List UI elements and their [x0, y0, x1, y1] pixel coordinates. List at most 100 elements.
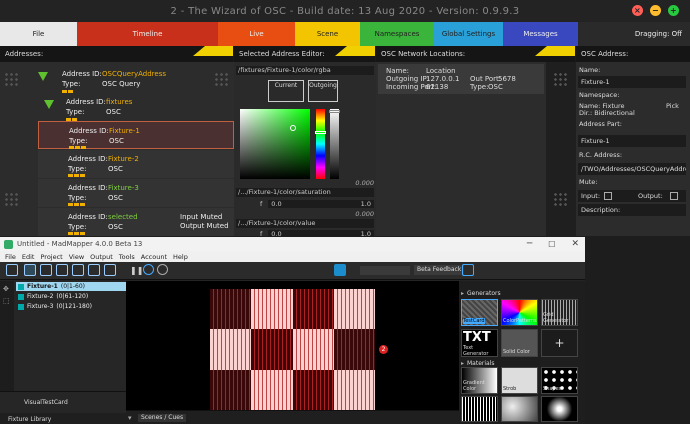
- share-tool-icon[interactable]: [104, 264, 116, 276]
- dragging-toggle[interactable]: Dragging: Off: [578, 22, 690, 46]
- pause-icon[interactable]: ❚❚: [130, 266, 143, 275]
- select-tool-icon[interactable]: ⬚: [3, 297, 10, 305]
- menu-output[interactable]: Output: [90, 253, 113, 261]
- picker-handle-icon[interactable]: [290, 125, 296, 131]
- close-window-icon[interactable]: ×: [632, 5, 643, 16]
- material-tile[interactable]: [461, 396, 498, 422]
- 3d-tool-icon[interactable]: [88, 264, 100, 276]
- solid-color-tile[interactable]: Solid Color: [501, 329, 538, 357]
- address-row[interactable]: Address ID: fixtures Type: OSC: [32, 96, 222, 124]
- saturation-max-field[interactable]: 1.0: [360, 199, 374, 208]
- move-tool-icon[interactable]: ✥: [3, 285, 9, 293]
- menu-tools[interactable]: Tools: [119, 253, 135, 261]
- tab-scene[interactable]: Scene: [295, 22, 360, 46]
- drag-grip-icon[interactable]: [4, 192, 20, 208]
- output-muted-label: Output Muted: [180, 222, 229, 230]
- fixture-item[interactable]: Fixture-2 (0|61-120): [16, 292, 126, 301]
- menu-edit[interactable]: Edit: [22, 253, 35, 261]
- shapes-tile[interactable]: Shapes: [541, 367, 578, 394]
- rc-address-field[interactable]: /TWO/Addresses/OSCQueryAddres...: [578, 163, 686, 175]
- fixture-library-bar[interactable]: Fixture Library: [0, 413, 126, 424]
- input-mute-checkbox[interactable]: [604, 192, 612, 200]
- address-row-selected[interactable]: Address ID: Fixture-1 Type: OSC: [38, 121, 234, 149]
- address-row[interactable]: Address ID: OSCQueryAddress Type: OSC Quer…: [26, 68, 206, 96]
- light-tool-icon[interactable]: [56, 264, 68, 276]
- address-row[interactable]: Address ID: Fixture-2 Type: OSC: [38, 150, 234, 178]
- alpha-slider[interactable]: [329, 109, 340, 179]
- scenes-cues-dropdown[interactable]: Scenes / Cues: [138, 414, 187, 422]
- close-icon[interactable]: ✕: [571, 239, 579, 249]
- material-tile[interactable]: [541, 396, 578, 422]
- drag-grip-icon[interactable]: [553, 192, 569, 208]
- drag-grip-icon[interactable]: [4, 72, 20, 88]
- type-value: OSC Query: [102, 80, 141, 88]
- visual-label: Visual: [24, 399, 42, 406]
- drag-grip-icon[interactable]: [214, 72, 230, 88]
- testcard-cell: [210, 289, 252, 330]
- tab-global-settings[interactable]: Global Settings: [434, 22, 503, 46]
- menu-project[interactable]: Project: [40, 253, 62, 261]
- value-readout: 0.000: [355, 210, 374, 218]
- tab-file[interactable]: File: [0, 22, 77, 46]
- beta-feedback-button[interactable]: Beta Feedback: [414, 265, 465, 275]
- menu-account[interactable]: Account: [141, 253, 167, 261]
- gradient-color-tile[interactable]: Gradient Color: [461, 367, 498, 394]
- menu-help[interactable]: Help: [173, 253, 188, 261]
- maximize-icon[interactable]: ☐: [548, 240, 555, 249]
- name-field[interactable]: Fixture-1: [578, 76, 686, 88]
- hue-handle[interactable]: [315, 131, 326, 134]
- tab-namespaces[interactable]: Namespaces: [360, 22, 434, 46]
- testcard-tile[interactable]: TestCard: [461, 299, 498, 326]
- expand-triangle-icon[interactable]: [44, 100, 54, 109]
- alpha-handle[interactable]: [329, 110, 340, 113]
- color-picker-square[interactable]: [240, 109, 310, 179]
- tab-timeline[interactable]: Timeline: [77, 22, 218, 46]
- saturation-min-field[interactable]: 0.0: [268, 199, 361, 208]
- expand-triangle-icon[interactable]: [38, 72, 48, 81]
- material-tile[interactable]: [501, 396, 538, 422]
- visual-row[interactable]: Visual TestCard: [0, 391, 126, 413]
- namespace-label: Namespace:: [579, 91, 620, 99]
- strob-tile[interactable]: Strob: [501, 367, 538, 394]
- zoom-window-icon[interactable]: +: [668, 5, 679, 16]
- output-mute-checkbox[interactable]: [670, 192, 678, 200]
- reload-icon[interactable]: [157, 264, 168, 275]
- menu-file[interactable]: File: [5, 253, 16, 261]
- add-generator-tile[interactable]: +: [541, 329, 578, 357]
- fixture-item-selected[interactable]: Fixture-1 (0|1-60): [16, 282, 126, 291]
- network-location-card[interactable]: Name: Location Outgoing IP: 127.0.0.1 Ou…: [378, 64, 544, 94]
- play-icon[interactable]: [143, 264, 154, 275]
- hue-slider[interactable]: [315, 109, 326, 179]
- text-generator-tile[interactable]: TXT Text Generator: [461, 329, 498, 357]
- surface-tool-icon[interactable]: [24, 264, 36, 276]
- audio-tool-icon[interactable]: [72, 264, 84, 276]
- materials-label: Materials: [467, 360, 495, 367]
- library-arrow-icon[interactable]: ▸: [461, 360, 464, 367]
- address-row[interactable]: Address ID: selected Type: OSC Input Muted…: [38, 208, 234, 236]
- colorpatterns-tile[interactable]: ColorPatterns: [501, 299, 538, 326]
- saturation-slider-row[interactable]: f 0.0 1.0: [236, 199, 374, 208]
- address-row[interactable]: Address ID: Fixture-3 Type: OSC: [38, 179, 234, 207]
- tile-label: Grid Generator: [543, 312, 569, 324]
- tab-messages[interactable]: Messages: [503, 22, 578, 46]
- address-part-field[interactable]: Fixture-1: [578, 135, 686, 147]
- fullscreen-icon[interactable]: [6, 264, 18, 276]
- drag-grip-icon[interactable]: [553, 72, 569, 88]
- output-marker[interactable]: 2: [379, 345, 388, 354]
- minimize-icon[interactable]: ─: [527, 239, 532, 249]
- expand-arrow-icon[interactable]: ▾: [128, 414, 132, 422]
- fixture-icon: [18, 293, 24, 300]
- library-arrow-icon[interactable]: ▸: [461, 290, 464, 297]
- library-icon[interactable]: [462, 264, 474, 276]
- grid-generator-tile[interactable]: Grid Generator: [541, 299, 578, 326]
- menu-view[interactable]: View: [69, 253, 84, 261]
- output-select[interactable]: [360, 266, 410, 275]
- address-id-value: Fixture-2: [108, 155, 139, 163]
- pick-button[interactable]: Pick: [666, 102, 679, 110]
- description-field[interactable]: Description:: [578, 204, 686, 216]
- tab-live[interactable]: Live: [218, 22, 295, 46]
- image-tool-icon[interactable]: [40, 264, 52, 276]
- fixture-item[interactable]: Fixture-3 (0|121-180): [16, 302, 126, 311]
- minimize-window-icon[interactable]: −: [650, 5, 661, 16]
- output-icon[interactable]: [334, 264, 346, 276]
